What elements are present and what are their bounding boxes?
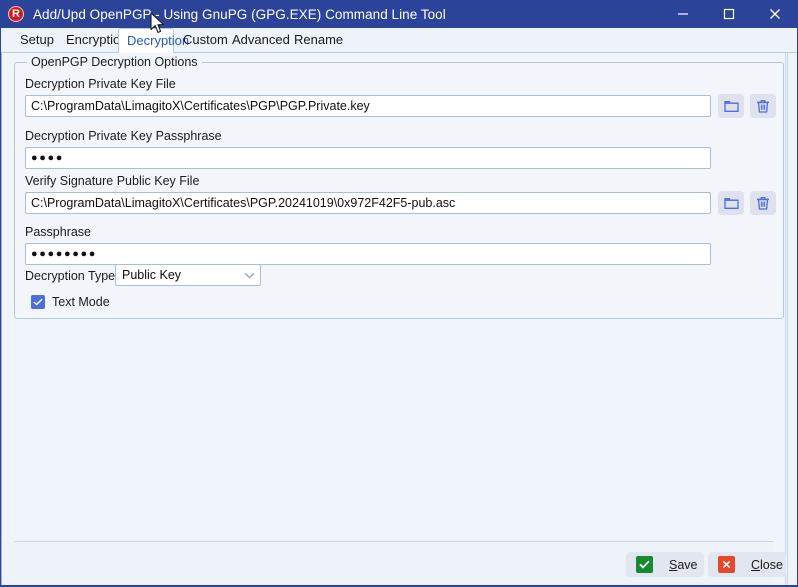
minimize-icon[interactable] [660,0,706,28]
openpgp-decryption-options-group: OpenPGP Decryption Options Decryption Pr… [14,55,784,319]
tab-rename[interactable]: Rename [286,28,343,53]
trash-icon [756,99,770,114]
maximize-icon[interactable] [706,0,752,28]
r-logo-icon: R [8,6,24,22]
private-key-file-browse-button[interactable] [718,94,744,118]
save-label-rest: ave [677,557,698,572]
window-title: Add/Upd OpenPGP - Using GnuPG (GPG.EXE) … [33,6,446,22]
group-title: OpenPGP Decryption Options [27,55,202,69]
chevron-down-icon [238,272,260,279]
tab-setup[interactable]: Setup [12,28,58,53]
tab-advanced[interactable]: Advanced [224,28,290,53]
folder-icon [723,100,739,113]
tab-page-decryption: OpenPGP Decryption Options Decryption Pr… [0,53,798,587]
window-border-left [0,28,1,587]
verify-public-key-file-label: Verify Signature Public Key File [25,174,200,188]
save-button[interactable]: Save [626,552,704,577]
title-bar: R Add/Upd OpenPGP - Using GnuPG (GPG.EXE… [0,0,798,28]
folder-icon [723,197,739,210]
private-key-file-clear-button[interactable] [750,94,776,118]
verify-public-key-file-browse-button[interactable] [718,191,744,215]
close-mnemonic: C [751,557,761,572]
check-icon [636,556,653,573]
verify-public-key-file-input[interactable]: C:\ProgramData\LimagitoX\Certificates\PG… [25,192,711,214]
close-button[interactable]: Close [708,552,786,577]
tab-strip: Setup Encryption Decryption Custom Advan… [0,28,798,54]
private-key-file-label: Decryption Private Key File [25,77,176,91]
text-mode-checkbox-row[interactable]: Text Mode [31,295,110,309]
passphrase-label: Passphrase [25,225,92,239]
save-button-label: Save [669,558,698,572]
close-label-rest: lose [760,557,783,572]
verify-public-key-file-clear-button[interactable] [750,191,776,215]
tab-encryption[interactable]: Encryption [58,28,127,53]
footer-bar: Save Close [3,542,786,586]
decryption-type-label: Decryption Type [25,269,116,283]
passphrase-input[interactable]: ●●●●●●●● [25,243,711,265]
private-key-passphrase-input[interactable]: ●●●● [25,147,711,169]
x-icon [718,556,735,573]
tab-decryption[interactable]: Decryption [118,28,189,54]
close-icon[interactable] [752,0,798,28]
trash-icon [756,196,770,211]
window-controls [660,0,798,28]
text-mode-label: Text Mode [52,295,110,309]
close-button-label: Close [751,558,783,572]
decryption-type-value: Public Key [122,268,182,282]
private-key-file-input[interactable]: C:\ProgramData\LimagitoX\Certificates\PG… [25,95,711,117]
application-window: R Add/Upd OpenPGP - Using GnuPG (GPG.EXE… [0,0,798,587]
page-content: OpenPGP Decryption Options Decryption Pr… [1,53,786,587]
decryption-type-select[interactable]: Public Key [115,264,261,286]
tab-custom[interactable]: Custom [175,28,228,53]
private-key-passphrase-label: Decryption Private Key Passphrase [25,129,222,143]
text-mode-checkbox[interactable] [31,295,45,309]
